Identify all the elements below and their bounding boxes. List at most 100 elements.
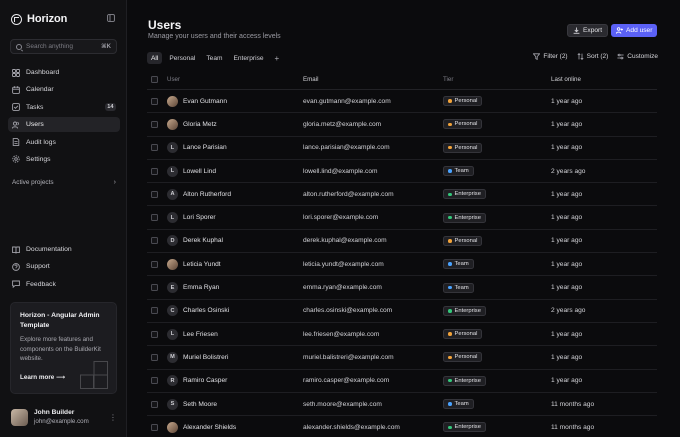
select-all-checkbox[interactable] <box>151 76 158 83</box>
row-checkbox[interactable] <box>151 330 158 338</box>
add-user-button[interactable]: Add user <box>611 24 658 37</box>
user-cell: S Seth Moore <box>167 398 303 410</box>
sidebar-item-dashboard[interactable]: Dashboard <box>8 65 120 80</box>
user-cell: Gloria Metz <box>167 118 303 130</box>
sidebar-item-feedback[interactable]: Feedback <box>8 277 120 292</box>
learn-more-link[interactable]: Learn more ⟶ <box>20 374 65 381</box>
tab-enterprise[interactable]: Enterprise <box>229 52 267 64</box>
email-cell: leticia.yundt@example.com <box>303 260 384 268</box>
tab-personal[interactable]: Personal <box>165 52 199 64</box>
table-row[interactable]: M Muriel Bolistreri muriel.balistreri@exam… <box>147 346 657 370</box>
row-checkbox[interactable] <box>151 423 158 431</box>
table-row[interactable]: Leticia Yundt leticia.yundt@example.com Te… <box>147 253 657 277</box>
user-name-cell: Evan Gutmann <box>183 97 227 105</box>
sidebar-item-tasks[interactable]: Tasks 14 <box>8 100 120 115</box>
column-header-last-online[interactable]: Last online <box>551 76 651 83</box>
table-row[interactable]: L Lowell Lind lowell.lind@example.com Team 2… <box>147 160 657 184</box>
customize-button[interactable]: Customize <box>617 53 658 60</box>
filter-icon <box>533 53 541 60</box>
user-cell: C Charles Osinski <box>167 305 303 317</box>
sidebar-nav: Dashboard Calendar Tasks 14 Users Audit … <box>8 65 120 169</box>
user-cell: M Muriel Bolistreri <box>167 351 303 363</box>
tier-cell: Team <box>443 282 551 293</box>
email-cell: ramiro.casper@example.com <box>303 377 390 385</box>
avatar: L <box>167 212 178 224</box>
row-checkbox[interactable] <box>151 144 158 152</box>
avatar <box>167 258 178 270</box>
tab-all[interactable]: All <box>147 52 163 64</box>
user-name-cell: Seth Moore <box>183 400 218 408</box>
tier-cell: Enterprise <box>443 375 551 386</box>
last-online-cell: 11 months ago <box>551 400 595 408</box>
filter-button[interactable]: Filter (2) <box>533 53 568 60</box>
tier-label: Enterprise <box>454 424 481 431</box>
avatar: R <box>167 375 178 387</box>
avatar: L <box>167 328 178 340</box>
sidebar-item-documentation[interactable]: Documentation <box>8 242 120 257</box>
table-row[interactable]: S Seth Moore seth.moore@example.com Team 11 … <box>147 393 657 417</box>
table-row[interactable]: L Lori Sporer lori.sporer@example.com Enter… <box>147 206 657 230</box>
column-header-user[interactable]: User <box>167 76 303 83</box>
row-checkbox[interactable] <box>151 167 158 175</box>
customize-label: Customize <box>627 53 658 60</box>
sidebar-toggle-icon[interactable] <box>106 14 115 23</box>
table-row[interactable]: C Charles Osinski charles.osinski@example.… <box>147 300 657 323</box>
row-checkbox[interactable] <box>151 377 158 385</box>
table-row[interactable]: E Emma Ryan emma.ryan@example.com Team 1 yea… <box>147 276 657 300</box>
table-row[interactable]: Gloria Metz gloria.metz@example.com Person… <box>147 113 657 137</box>
table-row[interactable]: Evan Gutmann evan.gutmann@example.com Pers… <box>147 90 657 114</box>
row-checkbox[interactable] <box>151 307 158 315</box>
search-input[interactable]: Search anything ⌘K <box>10 39 117 54</box>
tier-badge: Personal <box>443 96 483 107</box>
column-header-email[interactable]: Email <box>303 76 443 83</box>
tier-badge: Personal <box>443 235 483 246</box>
tier-badge: Team <box>443 166 474 177</box>
sidebar-item-label: Calendar <box>26 86 54 94</box>
row-checkbox[interactable] <box>151 190 158 198</box>
sidebar-secondary-nav: Documentation Support Feedback <box>8 242 120 294</box>
tab-team[interactable]: Team <box>202 52 226 64</box>
sidebar-item-users[interactable]: Users <box>8 117 120 133</box>
row-checkbox[interactable] <box>151 400 158 408</box>
column-header-tier[interactable]: Tier <box>443 76 551 83</box>
table-row[interactable]: R Ramiro Casper ramiro.casper@example.com E… <box>147 370 657 393</box>
row-checkbox-cell <box>147 120 167 128</box>
table-row[interactable]: D Derek Kuphal derek.kuphal@example.com Per… <box>147 230 657 254</box>
last-online-cell: 1 year ago <box>551 237 583 245</box>
row-checkbox[interactable] <box>151 214 158 222</box>
sort-button[interactable]: Sort (2) <box>577 53 608 60</box>
active-projects-toggle[interactable]: Active projects › <box>12 179 116 186</box>
row-checkbox[interactable] <box>151 260 158 268</box>
table-row[interactable]: Alexander Shields alexander.shields@examp… <box>147 416 657 437</box>
active-projects-label: Active projects <box>12 179 54 186</box>
header-checkbox-cell <box>147 76 167 83</box>
sidebar-item-calendar[interactable]: Calendar <box>8 82 120 97</box>
user-name-cell: Emma Ryan <box>183 284 220 292</box>
table-row[interactable]: L Lance Parisian lance.parisian@example.co… <box>147 137 657 160</box>
row-checkbox[interactable] <box>151 353 158 361</box>
table-row[interactable]: L Lee Friesen lee.friesen@example.com Perso… <box>147 323 657 347</box>
row-checkbox[interactable] <box>151 97 158 105</box>
row-checkbox-cell <box>147 353 167 361</box>
export-button[interactable]: Export <box>567 24 609 37</box>
avatar: L <box>167 142 178 154</box>
add-tab-icon[interactable]: + <box>271 54 284 63</box>
help-icon <box>12 262 20 271</box>
email-cell: lance.parisian@example.com <box>303 144 390 152</box>
row-checkbox[interactable] <box>151 120 158 128</box>
search-icon <box>16 43 22 50</box>
sidebar-item-label: Settings <box>26 155 51 163</box>
sidebar-item-support[interactable]: Support <box>8 259 120 274</box>
sidebar-item-settings[interactable]: Settings <box>8 152 120 167</box>
current-user-card[interactable]: John Builder john@example.com ⋮ <box>11 406 117 428</box>
avatar <box>167 95 178 107</box>
more-vertical-icon[interactable]: ⋮ <box>109 413 117 422</box>
row-checkbox[interactable] <box>151 237 158 245</box>
sidebar-item-audit-logs[interactable]: Audit logs <box>8 135 120 150</box>
row-checkbox-cell <box>147 330 167 338</box>
tier-cell: Personal <box>443 119 551 130</box>
table-row[interactable]: A Alton Rutherford alton.rutherford@exampl… <box>147 183 657 207</box>
brand[interactable]: Horizon <box>11 12 67 26</box>
tier-label: Team <box>454 261 469 268</box>
row-checkbox[interactable] <box>151 284 158 292</box>
